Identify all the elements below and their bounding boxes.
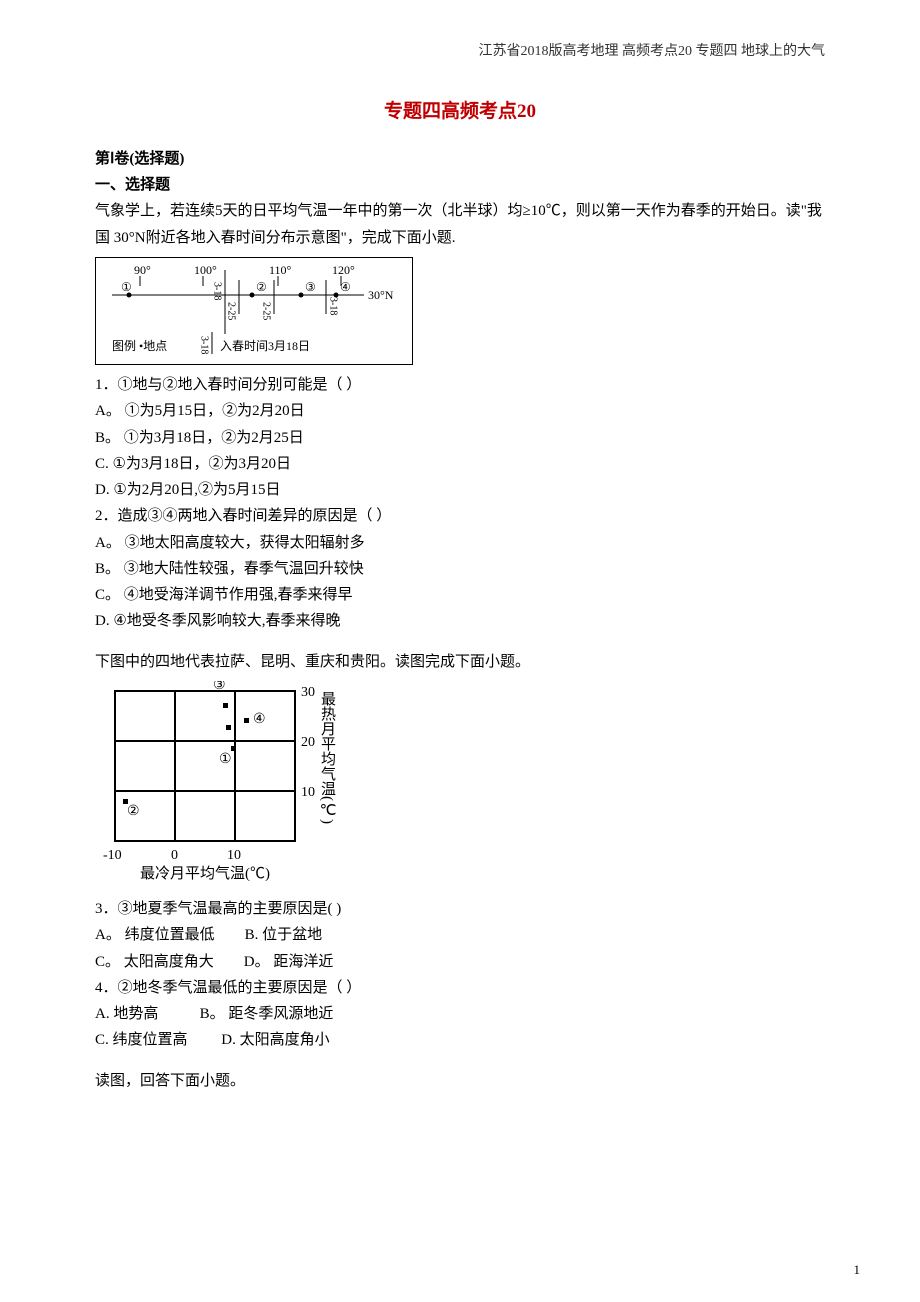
q3-option-b: B. 位于盆地 [245, 927, 323, 943]
scatter-p4: ④ [253, 712, 266, 727]
y-30: 30 [301, 685, 315, 700]
lat-label: 30°N [368, 288, 394, 302]
lon-120: 120° [332, 263, 355, 277]
q1-option-b: B。 ①为3月18日，②为2月25日 [95, 425, 825, 451]
lon-110: 110° [269, 263, 292, 277]
iso-318b: 3-18 [328, 297, 339, 315]
point-1: ① [121, 280, 132, 294]
y-10: 10 [301, 785, 315, 800]
q4-option-c: C. 纬度位置高 [95, 1032, 188, 1048]
map-diagram: 90° 100° 110° 120° 30°N ① ② ③ ④ 3-18 2-2… [104, 262, 404, 357]
question-group-3-intro: 读图，回答下面小题。 [95, 1068, 825, 1094]
q1-option-c: C. ①为3月18日，②为3月20日 [95, 451, 825, 477]
scatter-chart: 30 20 10 -10 0 10 ③ ④ ① ② 最热月平均气温(℃) 最冷月… [95, 681, 375, 881]
scatter-p3: ③ [213, 681, 226, 693]
q4-option-a: A. 地势高 [95, 1006, 158, 1022]
q3-options-row2: C。 太阳高度角大 D。 距海洋近 [95, 949, 825, 975]
x-m10: -10 [103, 848, 122, 863]
point-4: ④ [340, 280, 351, 294]
legend-date: 入春时间3月18日 [220, 339, 310, 353]
q1-stem: 1．①地与②地入春时间分别可能是（ ） [95, 372, 825, 398]
q4-option-b: B。 距冬季风源地近 [200, 1006, 334, 1022]
q2-option-c: C。 ④地受海洋调节作用强,春季来得早 [95, 582, 825, 608]
q4-options-row1: A. 地势高 B。 距冬季风源地近 [95, 1001, 825, 1027]
iso-225a: 2-25 [226, 302, 237, 320]
figure-2: 30 20 10 -10 0 10 ③ ④ ① ② 最热月平均气温(℃) 最冷月… [95, 681, 825, 890]
lon-100: 100° [194, 263, 217, 277]
lon-90: 90° [134, 263, 151, 277]
q4-options-row2: C. 纬度位置高 D. 太阳高度角小 [95, 1027, 825, 1053]
figure-1: 90° 100° 110° 120° 30°N ① ② ③ ④ 3-18 2-2… [95, 257, 825, 366]
section-mcq: 一、选择题 [95, 172, 825, 198]
q4-stem: 4．②地冬季气温最低的主要原因是（ ） [95, 975, 825, 1001]
x-0: 0 [171, 848, 178, 863]
y-axis-label: 最热月平均气温(℃) [319, 691, 336, 824]
q3-option-d: D。 距海洋近 [244, 954, 334, 970]
point-2: ② [256, 280, 267, 294]
q2-option-a: A。 ③地太阳高度较大，获得太阳辐射多 [95, 530, 825, 556]
q1-option-a: A。 ①为5月15日，②为2月20日 [95, 398, 825, 424]
section-volume: 第Ⅰ卷(选择题) [95, 146, 825, 172]
iso-225b: 2-25 [261, 302, 272, 320]
page-number: 1 [854, 1259, 861, 1282]
scatter-p2: ② [127, 804, 140, 819]
legend-iso-label: 3-18 [199, 336, 210, 354]
q2-stem: 2．造成③④两地入春时间差异的原因是（ ） [95, 503, 825, 529]
q3-options-row1: A。 纬度位置最低 B. 位于盆地 [95, 922, 825, 948]
q2-option-d: D. ④地受冬季风影响较大,春季来得晚 [95, 608, 825, 634]
q1-option-d: D. ①为2月20日,②为5月15日 [95, 477, 825, 503]
x-axis-label: 最冷月平均气温(℃) [140, 865, 270, 881]
q3-stem: 3．③地夏季气温最高的主要原因是( ) [95, 896, 825, 922]
point-3: ③ [305, 280, 316, 294]
question-group-1-intro: 气象学上，若连续5天的日平均气温一年中的第一次（北半球）均≥10℃，则以第一天作… [95, 198, 825, 251]
q2-option-b: B。 ③地大陆性较强，春季气温回升较快 [95, 556, 825, 582]
question-group-2-intro: 下图中的四地代表拉萨、昆明、重庆和贵阳。读图完成下面小题。 [95, 649, 825, 675]
page-header: 江苏省2018版高考地理 高频考点20 专题四 地球上的大气 [95, 40, 825, 65]
y-20: 20 [301, 735, 315, 750]
iso-318a: 3-18 [212, 282, 223, 300]
legend-point: 图例 •地点 [112, 339, 167, 353]
q3-option-c: C。 太阳高度角大 [95, 954, 214, 970]
q4-option-d: D. 太阳高度角小 [221, 1032, 329, 1048]
q3-option-a: A。 纬度位置最低 [95, 927, 215, 943]
document-title: 专题四高频考点20 [95, 95, 825, 128]
scatter-p1: ① [219, 752, 232, 767]
x-10: 10 [227, 848, 241, 863]
